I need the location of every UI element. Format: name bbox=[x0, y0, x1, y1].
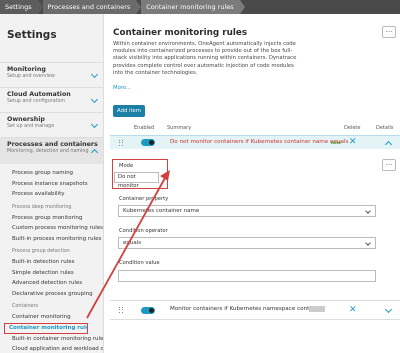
sidebar-section-ownership[interactable]: Ownership Set up and manage bbox=[0, 112, 103, 137]
main-content: Container monitoring rules ... Within co… bbox=[107, 14, 400, 353]
more-options-button[interactable]: ... bbox=[382, 26, 396, 38]
column-header-details: Details bbox=[376, 125, 394, 131]
section-title: Ownership bbox=[7, 116, 45, 123]
sidebar-section-cloud-automation[interactable]: Cloud Automation Setup and configuration bbox=[0, 87, 103, 112]
sidebar-item-simple-detection-rules[interactable]: Simple detection rules bbox=[0, 268, 103, 279]
page-title: Container monitoring rules bbox=[113, 28, 248, 38]
sidebar-item-container-monitoring-rules[interactable]: Container monitoring rules bbox=[4, 322, 88, 334]
mode-select[interactable]: Do not monitor bbox=[114, 172, 159, 189]
sidebar-title: Settings bbox=[7, 29, 57, 41]
sidebar-item-process-group-naming[interactable]: Process group naming bbox=[0, 168, 103, 179]
drag-handle-icon[interactable] bbox=[119, 140, 123, 147]
table-row[interactable]: Do not monitor containers if Kubernetes … bbox=[110, 135, 400, 149]
more-link[interactable]: More... bbox=[113, 85, 131, 91]
condition-value-label: Condition value bbox=[119, 260, 160, 266]
section-title: Processes and containers bbox=[7, 141, 98, 148]
condition-operator-select[interactable]: equals bbox=[118, 237, 376, 249]
enabled-toggle[interactable] bbox=[141, 307, 155, 314]
sidebar-item-built-in-detection-rules[interactable]: Built-in detection rules bbox=[0, 257, 103, 268]
breadcrumb-separator bbox=[239, 0, 245, 14]
sidebar-section-monitoring[interactable]: Monitoring Setup and overview bbox=[0, 62, 103, 87]
condition-operator-label: Condition operator bbox=[119, 228, 168, 234]
mode-label: Mode bbox=[119, 163, 134, 169]
container-property-select[interactable]: Kubernetes container name bbox=[118, 205, 376, 217]
sidebar-group-process-group-detection: Process group detection bbox=[12, 249, 70, 254]
container-property-label: Container property bbox=[119, 196, 169, 202]
sidebar-item-process-group-monitoring[interactable]: Process group monitoring bbox=[0, 213, 103, 224]
collapse-icon[interactable] bbox=[384, 140, 393, 149]
breadcrumb-settings[interactable]: Settings bbox=[0, 0, 38, 14]
sidebar-item-cloud-application-workload-detection[interactable]: Cloud application and workload dete... bbox=[0, 344, 103, 353]
breadcrumb: Settings Processes and containers Contai… bbox=[0, 0, 400, 14]
page-description: Within container environments, OneAgent … bbox=[113, 41, 297, 76]
section-subtitle: Setup and overview bbox=[7, 74, 55, 79]
sidebar-item-container-monitoring[interactable]: Container monitoring bbox=[0, 312, 103, 323]
enabled-toggle[interactable] bbox=[141, 139, 155, 146]
sidebar-item-process-instance-snapshots[interactable]: Process instance snapshots bbox=[0, 179, 103, 190]
delete-icon[interactable]: ✕ bbox=[349, 138, 357, 147]
drag-handle-icon[interactable] bbox=[119, 307, 123, 314]
new-badge: NEW bbox=[331, 140, 341, 145]
delete-icon[interactable]: ✕ bbox=[349, 306, 357, 315]
section-subtitle: Monitoring, detection and naming bbox=[7, 149, 89, 154]
section-title: Cloud Automation bbox=[7, 91, 71, 98]
settings-sidebar: Settings Monitoring Setup and overview C… bbox=[0, 14, 104, 353]
add-item-button[interactable]: Add item bbox=[113, 105, 145, 117]
section-subtitle: Set up and manage bbox=[7, 124, 55, 129]
breadcrumb-container-monitoring-rules[interactable]: Container monitoring rules bbox=[141, 0, 240, 14]
sidebar-item-advanced-detection-rules[interactable]: Advanced detection rules bbox=[0, 278, 103, 289]
sidebar-group-containers: Containers bbox=[12, 304, 38, 309]
expand-icon[interactable] bbox=[384, 305, 393, 314]
breadcrumb-processes-and-containers[interactable]: Processes and containers bbox=[42, 0, 137, 14]
redacted-value bbox=[309, 306, 325, 312]
table-row[interactable]: Monitor containers if Kubernetes namespa… bbox=[110, 300, 400, 320]
rule-summary: Do not monitor containers if Kubernetes … bbox=[170, 139, 349, 145]
column-header-summary: Summary bbox=[167, 125, 192, 131]
column-header-delete: Delete bbox=[344, 125, 361, 131]
section-subtitle: Setup and configuration bbox=[7, 99, 65, 104]
sidebar-item-declarative-process-grouping[interactable]: Declarative process grouping bbox=[0, 289, 103, 300]
column-header-enabled: Enabled bbox=[134, 125, 155, 131]
sidebar-item-process-availability[interactable]: Process availability bbox=[0, 189, 103, 200]
section-title: Monitoring bbox=[7, 66, 46, 73]
sidebar-item-built-in-container-monitoring-rules[interactable]: Built-in container monitoring rules bbox=[0, 334, 103, 345]
sidebar-item-custom-process-monitoring-rules[interactable]: Custom process monitoring rules bbox=[0, 223, 103, 234]
sidebar-group-process-deep-monitoring: Process deep monitoring bbox=[12, 204, 72, 210]
sidebar-section-processes-and-containers[interactable]: Processes and containers Monitoring, det… bbox=[0, 137, 103, 164]
row-options-button[interactable]: ... bbox=[382, 159, 396, 171]
rule-summary: Monitor containers if Kubernetes namespa… bbox=[170, 306, 321, 312]
condition-value-input[interactable] bbox=[118, 270, 376, 282]
sidebar-item-built-in-process-monitoring-rules[interactable]: Built-in process monitoring rules bbox=[0, 234, 103, 245]
